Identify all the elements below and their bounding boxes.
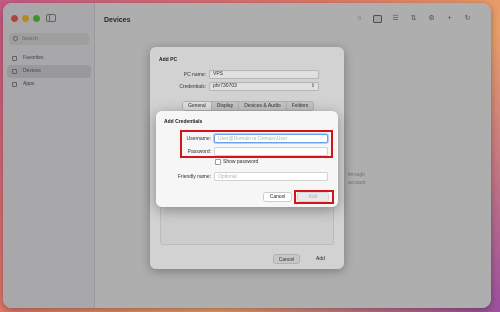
- username-field[interactable]: [214, 134, 328, 143]
- username-input[interactable]: [218, 135, 327, 142]
- add-credentials-dialog: Add Credentials Username: Password: Show…: [156, 111, 338, 207]
- dialog-cancel-button[interactable]: Cancel: [263, 192, 292, 202]
- show-password-label: Show password: [223, 159, 259, 165]
- dialog-title: Add Credentials: [164, 119, 203, 125]
- friendly-name-field[interactable]: [214, 172, 328, 181]
- friendly-name-input[interactable]: [218, 173, 327, 180]
- password-field[interactable]: [214, 147, 328, 156]
- dialog-add-button[interactable]: Add: [297, 192, 329, 202]
- password-label: Password:: [187, 149, 211, 155]
- friendly-name-label: Friendly name:: [177, 174, 211, 180]
- password-input[interactable]: [218, 148, 327, 155]
- username-label: Username:: [186, 136, 211, 142]
- show-password-checkbox[interactable]: [215, 159, 221, 165]
